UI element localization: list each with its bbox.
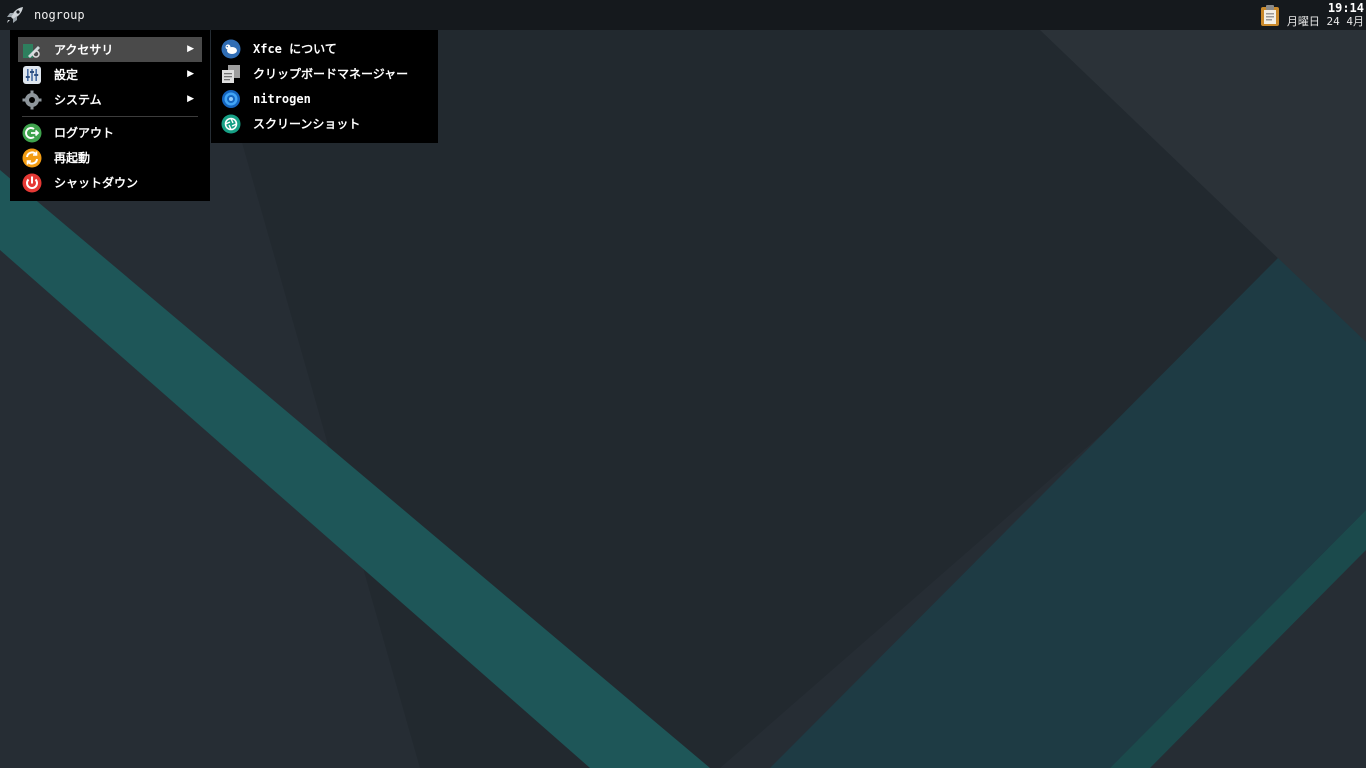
submenu-arrow-icon: ▶ xyxy=(187,44,194,54)
menu-item-label: 設定 xyxy=(54,68,79,82)
desktop: nogroup 19:14 月曜日 24 4月 アクセサリ ▶ 設定 ▶ システ… xyxy=(0,0,1366,768)
submenu-item-about-xfce[interactable]: Xfce について xyxy=(217,36,432,61)
menu-item-label: Xfce について xyxy=(253,42,337,56)
accessories-icon xyxy=(23,43,40,58)
submenu-arrow-icon: ▶ xyxy=(187,69,194,79)
restart-icon xyxy=(22,148,42,167)
applications-menu-button[interactable]: nogroup xyxy=(4,3,85,27)
menu-item-label: クリップボードマネージャー xyxy=(253,67,409,81)
submenu-item-nitrogen[interactable]: nitrogen xyxy=(217,86,432,111)
shutdown-icon xyxy=(22,173,42,192)
panel-clock[interactable]: 19:14 月曜日 24 4月 xyxy=(1287,1,1364,29)
xfce-mouse-icon xyxy=(221,39,241,58)
menu-item-system[interactable]: システム ▶ xyxy=(18,87,202,112)
clock-time: 19:14 xyxy=(1327,1,1364,15)
submenu-arrow-icon: ▶ xyxy=(187,94,194,104)
menu-item-label: アクセサリ xyxy=(54,43,114,57)
rocket-icon xyxy=(7,7,23,23)
settings-icon xyxy=(23,65,41,84)
clipboard-icon[interactable] xyxy=(1258,3,1282,27)
menu-item-shutdown[interactable]: シャットダウン xyxy=(18,170,202,195)
clipboard-manager-icon xyxy=(222,64,240,83)
submenu-item-clipboard-manager[interactable]: クリップボードマネージャー xyxy=(217,61,432,86)
menu-item-settings[interactable]: 設定 ▶ xyxy=(18,62,202,87)
clock-date: 月曜日 24 4月 xyxy=(1286,15,1364,28)
menu-item-label: システム xyxy=(54,93,102,107)
menu-item-label: 再起動 xyxy=(54,151,91,165)
screenshot-icon xyxy=(221,114,241,133)
menu-item-restart[interactable]: 再起動 xyxy=(18,145,202,170)
system-gear-icon xyxy=(22,90,42,109)
logout-icon xyxy=(22,123,42,142)
menu-item-accessories[interactable]: アクセサリ ▶ xyxy=(18,37,202,62)
accessories-submenu: Xfce について クリップボードマネージャー nitrogen スクリーンショ… xyxy=(211,30,438,143)
submenu-item-screenshot[interactable]: スクリーンショット xyxy=(217,111,432,136)
menu-item-label: スクリーンショット xyxy=(253,117,361,131)
menu-separator xyxy=(22,116,198,117)
top-panel: nogroup 19:14 月曜日 24 4月 xyxy=(0,0,1366,30)
applications-menu-label: nogroup xyxy=(34,8,85,22)
menu-item-label: シャットダウン xyxy=(54,176,139,190)
menu-item-label: nitrogen xyxy=(253,91,311,106)
nitrogen-icon xyxy=(222,89,240,108)
menu-item-label: ログアウト xyxy=(54,126,115,140)
applications-menu: アクセサリ ▶ 設定 ▶ システム ▶ ログアウト 再起動 シャットダウン xyxy=(10,30,210,201)
menu-item-logout[interactable]: ログアウト xyxy=(18,120,202,145)
